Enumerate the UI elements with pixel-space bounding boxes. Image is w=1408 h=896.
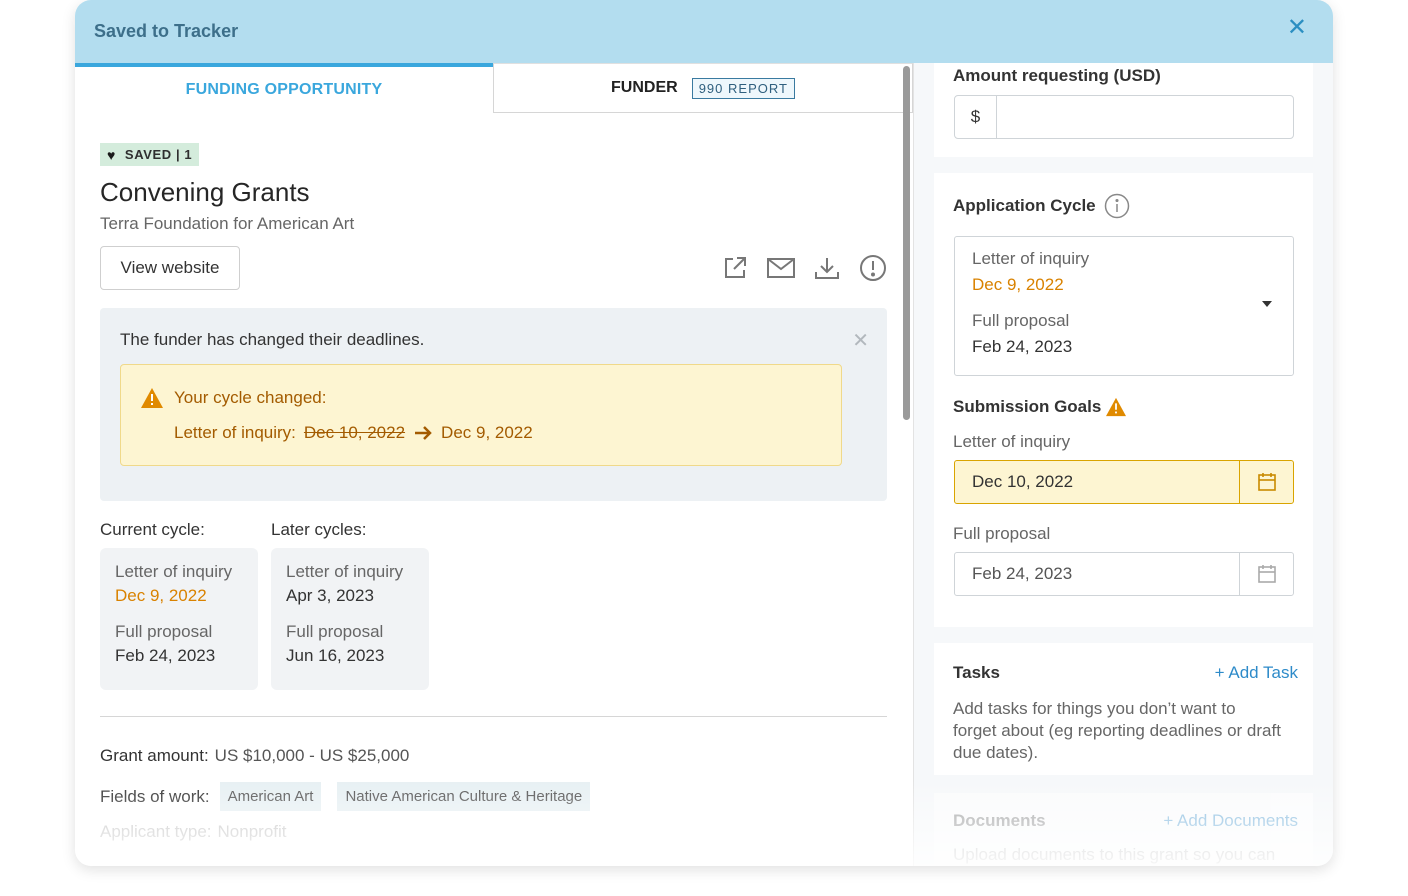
new-date: Dec 9, 2022 [441, 423, 533, 442]
scrollbar[interactable] [903, 66, 910, 420]
add-task-button[interactable]: + Add Task [1215, 663, 1298, 683]
applicant-type-label: Applicant type: [100, 822, 212, 841]
later-cycles-label: Later cycles: [271, 520, 367, 539]
amount-label: Amount requesting (USD) [953, 66, 1161, 85]
calendar-icon[interactable] [1239, 461, 1293, 503]
close-icon[interactable]: ✕ [1287, 16, 1307, 40]
saved-count: SAVED | 1 [124, 147, 193, 162]
amount-panel: Amount requesting (USD) $ [934, 63, 1313, 157]
warning-icon [141, 388, 163, 408]
cycle-changed-text: Your cycle changed: [174, 388, 327, 407]
amount-input[interactable]: $ [954, 95, 1294, 139]
tab-funder-label: FUNDER [611, 79, 678, 96]
report-issue-icon[interactable] [858, 253, 888, 283]
cycle-step-date: Apr 3, 2023 [286, 586, 374, 605]
saved-badge: ♥ SAVED | 1 [100, 143, 200, 166]
cycle-step-label: Letter of inquiry [115, 562, 233, 581]
heart-icon: ♥ [107, 146, 116, 163]
view-website-button[interactable]: View website [100, 246, 240, 290]
goal-loi-label: Letter of inquiry [953, 432, 1071, 451]
grant-amount-row: Grant amount: US $10,000 - US $25,000 [100, 746, 409, 766]
currency-prefix: $ [955, 96, 997, 138]
download-icon[interactable] [812, 253, 842, 283]
deadline-change-notice: The funder has changed their deadlines. … [100, 308, 887, 501]
goal-proposal-date-input[interactable]: Feb 24, 2023 [954, 552, 1294, 596]
fields-of-work-row: Fields of work: American Art Native Amer… [100, 782, 600, 811]
cycle-step-label: Letter of inquiry [286, 562, 404, 581]
tab-funder[interactable]: FUNDER 990 REPORT [493, 63, 913, 113]
date-change-line: Letter of inquiry: Dec 10, 2022 Dec 9, 2… [174, 423, 533, 443]
field-chip[interactable]: Native American Culture & Heritage [337, 782, 591, 811]
cycle-step-label: Full proposal [972, 311, 1070, 330]
section-divider [100, 716, 887, 717]
submission-goals-title: Submission Goals [953, 397, 1102, 416]
applicant-type-row: Applicant type: Nonprofit [100, 822, 287, 842]
applicant-type-value: Nonprofit [217, 822, 287, 841]
goal-loi-date-input[interactable]: Dec 10, 2022 [954, 460, 1294, 504]
cycle-changed-line: Your cycle changed: [140, 387, 326, 409]
cycle-step-date: Jun 16, 2023 [286, 646, 385, 665]
warning-icon [1106, 397, 1127, 417]
modal-title: Saved to Tracker [94, 21, 239, 41]
current-cycle-card: Letter of inquiry Dec 9, 2022 Full propo… [100, 548, 258, 690]
cycle-change-alert: Your cycle changed: Letter of inquiry: D… [120, 364, 842, 466]
tasks-help-text: Add tasks for things you don’t want to f… [953, 699, 1281, 762]
current-cycle-label: Current cycle: [100, 520, 205, 539]
cycle-step-label: Full proposal [115, 622, 213, 641]
change-label: Letter of inquiry: [174, 423, 296, 442]
cycle-step-label: Full proposal [286, 622, 384, 641]
application-cycle-select[interactable]: Letter of inquiry Dec 9, 2022 Full propo… [954, 236, 1294, 376]
grant-title: Convening Grants [100, 177, 310, 207]
application-cycle-title: Application Cycle [953, 196, 1096, 215]
tracker-sidebar: Amount requesting (USD) $ Application Cy… [914, 63, 1333, 866]
goal-proposal-date: Feb 24, 2023 [972, 564, 1073, 583]
email-icon[interactable] [766, 253, 796, 283]
documents-help-text: Upload documents to this grant so you ca… [953, 845, 1276, 864]
tab-bar: FUNDING OPPORTUNITY FUNDER 990 REPORT [75, 63, 913, 113]
990-report-badge[interactable]: 990 REPORT [691, 77, 795, 99]
saved-to-tracker-modal: Saved to Tracker ✕ FUNDING OPPORTUNITY F… [75, 0, 1333, 866]
close-notice-icon[interactable]: ✕ [852, 328, 869, 353]
funder-name: Terra Foundation for American Art [100, 214, 355, 233]
cycle-step-date: Dec 9, 2022 [115, 586, 207, 605]
arrow-right-icon [415, 426, 432, 440]
cycle-step-date: Feb 24, 2023 [115, 646, 216, 665]
documents-title: Documents [953, 811, 1046, 830]
fields-of-work-label: Fields of work: [100, 786, 210, 806]
action-icons [720, 253, 888, 283]
application-cycle-header: Application Cycle [953, 193, 1130, 219]
notice-message: The funder has changed their deadlines. [120, 330, 425, 349]
tasks-panel: Tasks + Add Task Add tasks for things yo… [934, 643, 1313, 775]
documents-panel: Documents + Add Documents Upload documen… [934, 793, 1313, 866]
calendar-icon[interactable] [1239, 553, 1293, 595]
later-cycle-card: Letter of inquiry Apr 3, 2023 Full propo… [271, 548, 429, 690]
tasks-title: Tasks [953, 663, 1000, 682]
cycle-step-date: Dec 9, 2022 [972, 275, 1064, 294]
goal-loi-date: Dec 10, 2022 [972, 472, 1074, 491]
goal-proposal-label: Full proposal [953, 524, 1051, 543]
cycle-step-date: Feb 24, 2023 [972, 337, 1073, 356]
submission-goals-header: Submission Goals [953, 397, 1127, 417]
add-documents-button[interactable]: + Add Documents [1163, 811, 1298, 831]
grant-amount-label: Grant amount: [100, 746, 209, 765]
old-date: Dec 10, 2022 [303, 423, 406, 442]
external-link-icon[interactable] [720, 253, 750, 283]
info-icon[interactable] [1104, 193, 1130, 219]
chevron-down-icon [1262, 301, 1272, 307]
grant-amount-value: US $10,000 - US $25,000 [214, 746, 410, 765]
application-cycle-panel: Application Cycle Letter of inquiry Dec … [934, 173, 1313, 627]
modal-header: Saved to Tracker ✕ [75, 0, 1333, 63]
cycle-step-label: Letter of inquiry [972, 249, 1090, 268]
field-chip[interactable]: American Art [219, 782, 322, 811]
tab-funding-opportunity[interactable]: FUNDING OPPORTUNITY [75, 63, 493, 113]
